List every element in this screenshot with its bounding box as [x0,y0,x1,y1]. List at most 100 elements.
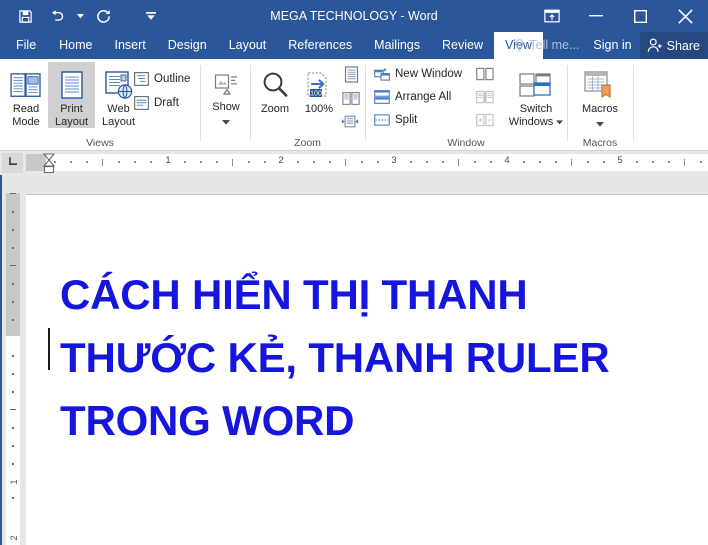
arrange-all-button[interactable]: Arrange All [374,89,451,105]
show-icon [213,64,239,98]
switch-windows-dropdown-icon[interactable] [556,116,564,129]
tab-layout[interactable]: Layout [218,32,278,59]
ruler-number-2: 2 [278,155,284,166]
web-layout-label-2: Layout [101,115,136,128]
horizontal-ruler[interactable]: 1 2 3 4 5 [0,151,708,175]
print-layout-label-2: Layout [54,115,89,128]
arrange-all-icon [374,89,390,105]
minimize-button[interactable] [573,0,618,32]
synchronous-scrolling-button[interactable] [476,89,494,106]
tab-insert[interactable]: Insert [104,32,157,59]
new-window-label: New Window [395,68,463,80]
zoom-100-label: 100% [304,103,334,115]
heading-line-3: TRONG WORD [60,397,355,444]
outline-view-icon [133,71,149,87]
zoom-group-label: Zoom [294,137,321,149]
one-page-button[interactable] [342,66,360,83]
tell-me-search[interactable]: Tell me... [514,32,585,59]
web-layout-label-1: Web [107,103,130,115]
ribbon: Read Mode Print Layout Web Layout Outlin… [0,59,708,151]
switch-windows-button[interactable]: Switch Windows [508,62,564,128]
print-layout-button[interactable]: Print Layout [48,62,95,128]
tab-design[interactable]: Design [157,32,218,59]
macros-dropdown-icon[interactable] [596,118,604,131]
lightbulb-icon [514,38,525,53]
left-tab-stop-icon [7,154,19,172]
ruler-number-5: 5 [617,155,623,166]
tab-references[interactable]: References [277,32,363,59]
split-icon [374,112,390,128]
zoom-button[interactable]: Zoom [253,62,297,116]
tab-home[interactable]: Home [48,32,103,59]
show-button[interactable]: Show [205,62,247,128]
view-side-by-side-button[interactable] [476,66,494,83]
outline-view-button[interactable]: Outline [133,71,190,87]
split-button[interactable]: Split [374,112,417,128]
ruler-number-4: 4 [504,155,510,166]
tab-review[interactable]: Review [431,32,494,59]
draft-view-label: Draft [154,97,179,109]
ribbon-tab-strip: File Home Insert Design Layout Reference… [0,32,708,59]
customize-quick-access-icon[interactable] [136,3,166,29]
maximize-button[interactable] [618,0,663,32]
tell-me-label: Tell me... [529,38,580,52]
ribbon-group-macros: Macros Macros [568,59,632,151]
group-separator-5 [633,65,634,141]
window-controls [531,0,708,32]
tab-mailings[interactable]: Mailings [363,32,431,59]
macros-group-label: Macros [582,137,618,149]
print-layout-icon [59,64,85,100]
new-window-button[interactable]: New Window [374,66,462,82]
quick-access-toolbar [0,0,166,32]
tab-stop-selector[interactable] [2,153,23,173]
ribbon-display-options-icon[interactable] [531,0,573,32]
zoom-magnifier-icon [260,64,290,100]
multiple-pages-button[interactable] [342,90,360,107]
draft-view-button[interactable]: Draft [133,95,179,111]
print-layout-label-1: Print [60,103,83,115]
undo-icon[interactable] [42,3,72,29]
show-dropdown-icon[interactable] [222,116,230,129]
tab-strip-right-area: Tell me... Sign in Share [514,32,708,59]
word-application-window: MEGA TECHNOLOGY - Word File Home Insert … [0,0,708,545]
macros-button[interactable]: Macros [574,62,626,130]
read-mode-label-2: Mode [12,115,40,128]
indent-markers[interactable] [42,151,56,175]
undo-dropdown-icon[interactable] [74,3,86,29]
tab-file[interactable]: File [0,32,48,59]
save-icon[interactable] [10,3,40,29]
window-left-edge [0,175,2,545]
sign-in-button[interactable]: Sign in [585,32,639,59]
share-button[interactable]: Share [639,32,708,59]
vertical-ruler[interactable]: 1 2 [0,175,26,545]
ruler-track[interactable] [26,154,708,171]
document-page[interactable]: CÁCH HIỂN THỊ THANH THƯỚC KẺ, THANH RULE… [26,194,708,545]
redo-icon[interactable] [88,3,118,29]
heading-line-1: CÁCH HIỂN THỊ THANH [60,271,528,318]
document-heading-text[interactable]: CÁCH HIỂN THỊ THANH THƯỚC KẺ, THANH RULE… [60,263,680,452]
read-mode-button[interactable]: Read Mode [4,62,48,128]
outline-view-label: Outline [154,73,191,85]
read-mode-icon [10,64,42,100]
switch-windows-label-2: Windows [508,115,554,128]
split-label: Split [395,114,418,126]
draft-view-icon [133,95,149,111]
zoom-100-button[interactable]: 100 100% [297,62,341,116]
switch-windows-label-1: Switch [519,103,553,115]
views-group-label: Views [86,137,114,149]
document-area[interactable]: CÁCH HIỂN THỊ THANH THƯỚC KẺ, THANH RULE… [26,175,708,545]
reset-window-position-button[interactable] [476,112,494,129]
close-button[interactable] [663,0,708,32]
ribbon-group-show: Show [201,59,249,151]
vertical-ruler-number-2: 2 [9,535,19,541]
heading-line-2: THƯỚC KẺ, THANH RULER [60,334,610,381]
web-layout-icon [104,64,134,100]
zoom-100-icon: 100 [304,64,334,100]
text-cursor [48,328,50,370]
macros-icon [583,64,617,100]
arrange-all-label: Arrange All [395,91,452,103]
ribbon-group-window: New Window Arrange All Split Switch Wind… [366,59,566,151]
page-width-button[interactable] [341,113,359,130]
ruler-number-3: 3 [391,155,397,166]
share-person-icon [647,38,663,53]
